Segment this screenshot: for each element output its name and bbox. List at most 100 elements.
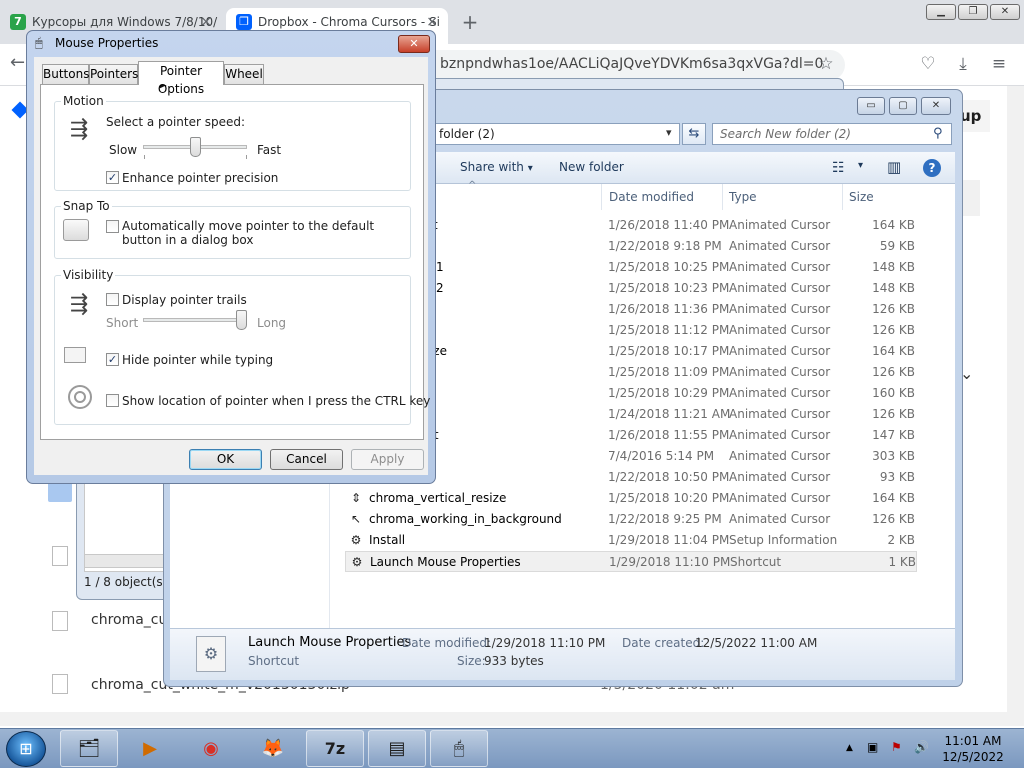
column-header-type[interactable]: Type xyxy=(729,190,757,204)
file-date-modified: 1/22/2018 9:18 PM xyxy=(608,239,722,253)
ok-button[interactable]: OK xyxy=(189,449,262,470)
bookmark-star-icon[interactable]: ☆ xyxy=(815,54,837,74)
refresh-button[interactable]: ⇆ xyxy=(682,123,706,145)
file-type: Animated Cursor xyxy=(729,386,831,400)
file-type-icon: ↖ xyxy=(350,512,362,526)
tab-pointers[interactable]: Pointers xyxy=(89,64,138,84)
snap-to-checkbox[interactable] xyxy=(106,220,119,233)
pointer-trails-slider-thumb[interactable] xyxy=(236,310,247,330)
view-options-icon[interactable]: ☷ xyxy=(832,160,845,176)
file-size: 164 KB xyxy=(872,344,915,358)
file-name: Install xyxy=(369,533,406,547)
file-icon xyxy=(52,611,68,631)
file-row[interactable]: ⚙ Install 1/29/2018 11:04 PM Setup Informat… xyxy=(345,530,917,551)
menu-icon[interactable]: ≡ xyxy=(988,54,1010,74)
start-button[interactable]: ⊞ xyxy=(6,731,46,767)
page-vertical-scrollbar[interactable] xyxy=(1007,86,1024,712)
tab-pointer-options[interactable]: Pointer Options xyxy=(138,61,224,96)
column-divider[interactable] xyxy=(842,184,843,210)
new-folder-button[interactable]: New folder xyxy=(559,160,624,174)
address-dropdown-icon[interactable]: ▾ xyxy=(666,126,672,139)
file-size: 126 KB xyxy=(872,407,915,421)
file-date-modified: 1/25/2018 10:29 PM xyxy=(608,386,730,400)
ctrl-locate-label[interactable]: Show location of pointer when I press th… xyxy=(122,394,430,408)
file-name[interactable]: chroma_cu xyxy=(91,612,167,628)
url-text[interactable]: bznpndwhas1oe/AACLiQaJQveYDVKm6sa3qxVGa?… xyxy=(440,56,823,72)
enhance-precision-label[interactable]: Enhance pointer precision xyxy=(122,171,278,185)
enhance-precision-checkbox[interactable]: ✓ xyxy=(106,171,119,184)
browser-minimize-button[interactable]: ▁ xyxy=(926,4,956,20)
new-tab-button[interactable]: + xyxy=(458,10,482,34)
file-type: Animated Cursor xyxy=(729,302,831,316)
file-date-modified: 1/25/2018 11:12 PM xyxy=(608,323,730,337)
tab-favicon-icon: 7 xyxy=(10,14,26,30)
explorer-minimize-button[interactable]: ▭ xyxy=(857,97,885,115)
page-horizontal-scrollbar[interactable] xyxy=(0,712,1024,726)
column-divider[interactable] xyxy=(601,184,602,210)
file-row[interactable]: ⇕ chroma_vertical_resize 1/25/2018 10:20 P… xyxy=(345,488,917,509)
show-hidden-icons-icon[interactable]: ▲ xyxy=(846,743,853,753)
file-icon xyxy=(52,674,68,694)
column-divider[interactable] xyxy=(722,184,723,210)
browser-maximize-button[interactable]: ❐ xyxy=(958,4,988,20)
firefox-taskbar-icon[interactable]: 🦊 xyxy=(244,730,302,767)
search-input[interactable]: Search New folder (2) xyxy=(712,123,952,145)
pointer-trails-checkbox[interactable] xyxy=(106,293,119,306)
action-center-flag-icon[interactable]: ⚑ xyxy=(891,740,902,754)
hide-pointer-icon xyxy=(64,347,86,363)
clock-date: 12/5/2022 xyxy=(942,750,1004,764)
pointer-trails-label[interactable]: Display pointer trails xyxy=(122,293,247,307)
tab-title: Курсоры для Windows 7/8/10/ xyxy=(32,15,218,29)
file-date-modified: 1/29/2018 11:10 PM xyxy=(609,555,731,569)
preview-pane-icon[interactable]: ▥ xyxy=(887,158,901,176)
file-type: Animated Cursor xyxy=(729,344,831,358)
file-date-modified: 1/25/2018 10:17 PM xyxy=(608,344,730,358)
file-row[interactable]: ↖ chroma_working_in_background 1/22/2018 9… xyxy=(345,509,917,530)
chrome-taskbar-icon[interactable]: ◉ xyxy=(182,730,240,767)
column-header-size[interactable]: Size xyxy=(849,190,874,204)
help-icon[interactable]: ? xyxy=(923,159,941,177)
media-player-taskbar-icon[interactable]: ▶ xyxy=(121,730,179,767)
cancel-button[interactable]: Cancel xyxy=(270,449,343,470)
file-type: Animated Cursor xyxy=(729,470,831,484)
ctrl-locate-checkbox[interactable] xyxy=(106,394,119,407)
tab-buttons[interactable]: Buttons xyxy=(42,64,89,84)
hide-pointer-checkbox[interactable]: ✓ xyxy=(106,353,119,366)
browser-close-button[interactable]: ✕ xyxy=(990,4,1020,20)
download-icon[interactable]: ⤓ xyxy=(952,54,974,74)
pocket-icon[interactable]: ♡ xyxy=(917,54,939,74)
signup-button[interactable]: up xyxy=(960,100,990,132)
file-type: Animated Cursor xyxy=(729,281,831,295)
file-size: 126 KB xyxy=(872,512,915,526)
pointer-trails-slider-track[interactable] xyxy=(143,318,247,322)
search-icon[interactable]: ⚲ xyxy=(933,126,943,141)
dialog-title: Mouse Properties xyxy=(55,36,159,50)
apply-button: Apply xyxy=(351,449,424,470)
slider-tick xyxy=(246,155,247,159)
file-type: Animated Cursor xyxy=(729,260,831,274)
file-explorer-taskbar-icon[interactable]: 🗂 xyxy=(60,730,118,767)
volume-icon[interactable]: 🔊 xyxy=(914,740,929,754)
file-date-modified: 1/26/2018 11:55 PM xyxy=(608,428,730,442)
snap-to-icon xyxy=(63,219,89,241)
explorer-back-scrollbar[interactable] xyxy=(84,554,174,568)
explorer-maximize-button[interactable]: ▢ xyxy=(889,97,917,115)
mouse-properties-taskbar-icon[interactable]: 🖱 xyxy=(430,730,488,767)
tab-wheel[interactable]: Wheel xyxy=(224,64,264,84)
fast-label: Fast xyxy=(257,143,282,157)
back-arrow-icon[interactable]: ← xyxy=(10,52,25,73)
file-row[interactable]: ⚙ Launch Mouse Properties 1/29/2018 11:10 … xyxy=(345,551,917,572)
file-type: Setup Information xyxy=(729,533,838,547)
notepad-taskbar-icon[interactable]: ▤ xyxy=(368,730,426,767)
share-with-button[interactable]: Share with ▾ xyxy=(460,160,533,174)
chevron-down-icon[interactable]: ▾ xyxy=(858,160,863,171)
pointer-speed-slider-thumb[interactable] xyxy=(189,137,201,157)
hide-pointer-label[interactable]: Hide pointer while typing xyxy=(122,353,273,367)
column-header-date[interactable]: Date modified xyxy=(609,190,694,204)
snap-to-label[interactable]: Automatically move pointer to the defaul… xyxy=(122,219,382,247)
network-icon[interactable]: ▣ xyxy=(867,740,878,754)
explorer-close-button[interactable]: ✕ xyxy=(921,97,951,115)
7zip-taskbar-icon[interactable]: 7z xyxy=(306,730,364,767)
dialog-close-button[interactable]: ✕ xyxy=(398,35,430,53)
system-clock[interactable]: 11:01 AM 12/5/2022 xyxy=(940,733,1006,765)
